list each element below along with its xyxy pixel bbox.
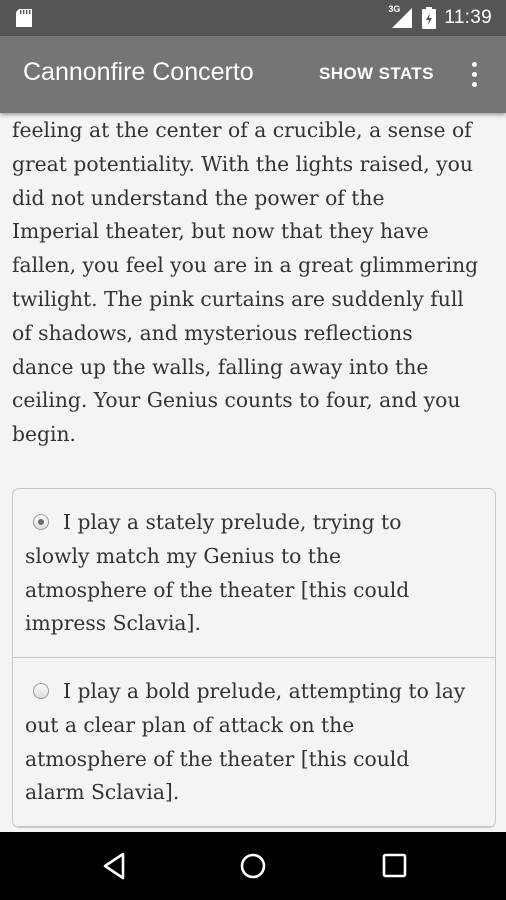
choice-text: I play a stately prelude, trying to slow… bbox=[25, 506, 495, 641]
story-line: twilight. The pink curtains are suddenly… bbox=[12, 286, 464, 311]
choice-line: slowly match my Genius to the bbox=[25, 543, 342, 568]
story-line: great potentiality. With the lights rais… bbox=[12, 151, 473, 176]
story-line: feeling at the center of a crucible, a s… bbox=[12, 118, 472, 142]
story-line: fallen, you feel you are in a great glim… bbox=[12, 253, 479, 278]
show-stats-button[interactable]: SHOW STATS bbox=[319, 64, 434, 84]
story-line: of shadows, and mysterious reflections bbox=[12, 320, 413, 345]
notification-icon bbox=[16, 9, 32, 27]
home-icon[interactable] bbox=[236, 851, 270, 881]
status-time: 11:39 bbox=[444, 7, 492, 28]
status-bar: 3G 11:39 bbox=[0, 0, 506, 36]
radio-selected-icon[interactable] bbox=[33, 514, 49, 530]
more-vert-icon[interactable] bbox=[464, 60, 486, 90]
choice-option-bold-prelude[interactable]: I play a bold prelude, attempting to lay… bbox=[13, 658, 495, 827]
story-line: begin. bbox=[12, 422, 76, 447]
back-icon[interactable] bbox=[97, 851, 131, 881]
choice-line: impress Sclavia]. bbox=[25, 611, 201, 636]
choice-line: I play a stately prelude, trying to bbox=[63, 510, 402, 534]
choice-list: I play a stately prelude, trying to slow… bbox=[12, 488, 496, 828]
choice-line: I play a bold prelude, attempting to lay bbox=[63, 679, 466, 703]
navigation-bar bbox=[0, 832, 506, 900]
story-text: feeling at the center of a crucible, a s… bbox=[12, 114, 498, 452]
app-title: Cannonfire Concerto bbox=[23, 58, 254, 86]
app-bar: Cannonfire Concerto SHOW STATS bbox=[0, 36, 506, 113]
story-line: ceiling. Your Genius counts to four, and… bbox=[12, 388, 461, 413]
choice-line: atmosphere of the theater [this could bbox=[25, 577, 410, 602]
battery-icon bbox=[422, 7, 437, 29]
signal-icon bbox=[392, 8, 413, 28]
radio-unselected-icon[interactable] bbox=[33, 683, 49, 699]
story-line: Imperial theater, but now that they have bbox=[12, 219, 429, 244]
choice-line: out a clear plan of attack on the bbox=[25, 712, 355, 737]
choice-line: alarm Sclavia]. bbox=[25, 780, 180, 805]
story-line: did not understand the power of the bbox=[12, 185, 385, 210]
choice-line: atmosphere of the theater [this could bbox=[25, 746, 410, 771]
choice-text: I play a bold prelude, attempting to lay… bbox=[25, 675, 495, 810]
story-scroll-area[interactable]: feeling at the center of a crucible, a s… bbox=[0, 113, 506, 832]
recents-icon[interactable] bbox=[377, 851, 411, 881]
story-line: dance up the walls, falling away into th… bbox=[12, 354, 429, 379]
choice-option-stately-prelude[interactable]: I play a stately prelude, trying to slow… bbox=[13, 489, 495, 658]
